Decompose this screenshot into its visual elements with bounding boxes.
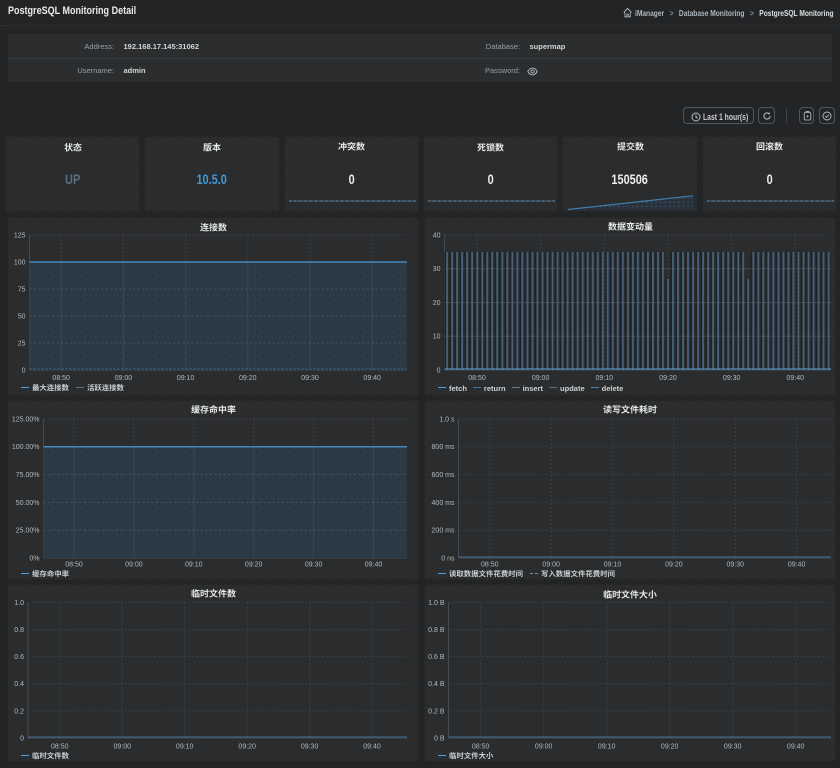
svg-text:09:10: 09:10: [598, 744, 616, 751]
svg-text:100.00%: 100.00%: [12, 444, 40, 451]
svg-text:25: 25: [18, 340, 26, 347]
svg-text:09:10: 09:10: [596, 375, 614, 382]
svg-text:125: 125: [14, 232, 26, 239]
svg-text:0.6: 0.6: [14, 654, 24, 661]
svg-text:09:20: 09:20: [661, 744, 679, 751]
svg-text:08:50: 08:50: [52, 375, 70, 382]
svg-text:0.4 B: 0.4 B: [428, 681, 445, 688]
svg-text:08:50: 08:50: [51, 744, 69, 751]
svg-text:09:30: 09:30: [301, 375, 319, 382]
svg-text:75: 75: [18, 286, 26, 293]
svg-text:40: 40: [433, 232, 441, 239]
svg-text:09:20: 09:20: [659, 375, 677, 382]
svg-text:1.0 s: 1.0 s: [439, 416, 455, 423]
svg-text:0: 0: [437, 367, 441, 374]
svg-text:09:10: 09:10: [176, 744, 194, 751]
svg-text:09:30: 09:30: [301, 744, 319, 751]
svg-text:200 ms: 200 ms: [432, 528, 455, 535]
svg-text:09:00: 09:00: [532, 375, 550, 382]
svg-text:09:40: 09:40: [365, 562, 383, 569]
svg-text:25.00%: 25.00%: [16, 528, 40, 535]
svg-text:0 ns: 0 ns: [441, 555, 455, 562]
svg-text:0.8 B: 0.8 B: [428, 627, 445, 634]
svg-text:0: 0: [20, 735, 24, 742]
svg-text:09:00: 09:00: [115, 375, 133, 382]
svg-text:09:20: 09:20: [238, 744, 256, 751]
svg-text:800 ms: 800 ms: [432, 444, 455, 451]
svg-text:09:40: 09:40: [363, 744, 381, 751]
svg-text:100: 100: [14, 259, 26, 266]
svg-text:09:40: 09:40: [787, 744, 805, 751]
svg-text:10: 10: [433, 334, 441, 341]
svg-text:1.0 B: 1.0 B: [428, 600, 445, 607]
svg-text:09:20: 09:20: [239, 375, 257, 382]
svg-text:08:50: 08:50: [481, 562, 499, 569]
svg-text:09:40: 09:40: [787, 375, 805, 382]
svg-text:30: 30: [433, 266, 441, 273]
svg-text:08:50: 08:50: [472, 744, 490, 751]
svg-text:50.00%: 50.00%: [16, 500, 40, 507]
svg-text:0.2: 0.2: [14, 708, 24, 715]
svg-text:0.4: 0.4: [14, 681, 24, 688]
svg-text:09:30: 09:30: [727, 562, 745, 569]
svg-text:09:10: 09:10: [185, 562, 203, 569]
svg-text:600 ms: 600 ms: [432, 472, 455, 479]
svg-text:09:30: 09:30: [305, 562, 323, 569]
svg-text:09:00: 09:00: [535, 744, 553, 751]
svg-text:09:00: 09:00: [125, 562, 143, 569]
svg-text:09:20: 09:20: [245, 562, 263, 569]
svg-text:50: 50: [18, 313, 26, 320]
svg-text:0%: 0%: [29, 555, 39, 562]
svg-text:1.0: 1.0: [14, 600, 24, 607]
svg-text:08:50: 08:50: [65, 562, 83, 569]
svg-text:08:50: 08:50: [468, 375, 486, 382]
svg-text:09:30: 09:30: [724, 744, 742, 751]
svg-text:0 B: 0 B: [434, 735, 445, 742]
svg-text:400 ms: 400 ms: [432, 500, 455, 507]
svg-text:0.6 B: 0.6 B: [428, 654, 445, 661]
svg-text:09:10: 09:10: [177, 375, 195, 382]
svg-text:0.8: 0.8: [14, 627, 24, 634]
svg-text:09:30: 09:30: [723, 375, 741, 382]
svg-text:20: 20: [433, 300, 441, 307]
svg-text:0: 0: [22, 367, 26, 374]
svg-text:09:40: 09:40: [363, 375, 381, 382]
svg-text:09:10: 09:10: [604, 562, 622, 569]
svg-text:125.00%: 125.00%: [12, 416, 40, 423]
svg-text:09:00: 09:00: [114, 744, 132, 751]
svg-text:09:00: 09:00: [542, 562, 560, 569]
svg-text:0.2 B: 0.2 B: [428, 708, 445, 715]
svg-text:75.00%: 75.00%: [16, 472, 40, 479]
svg-text:09:20: 09:20: [665, 562, 683, 569]
svg-text:09:40: 09:40: [788, 562, 806, 569]
